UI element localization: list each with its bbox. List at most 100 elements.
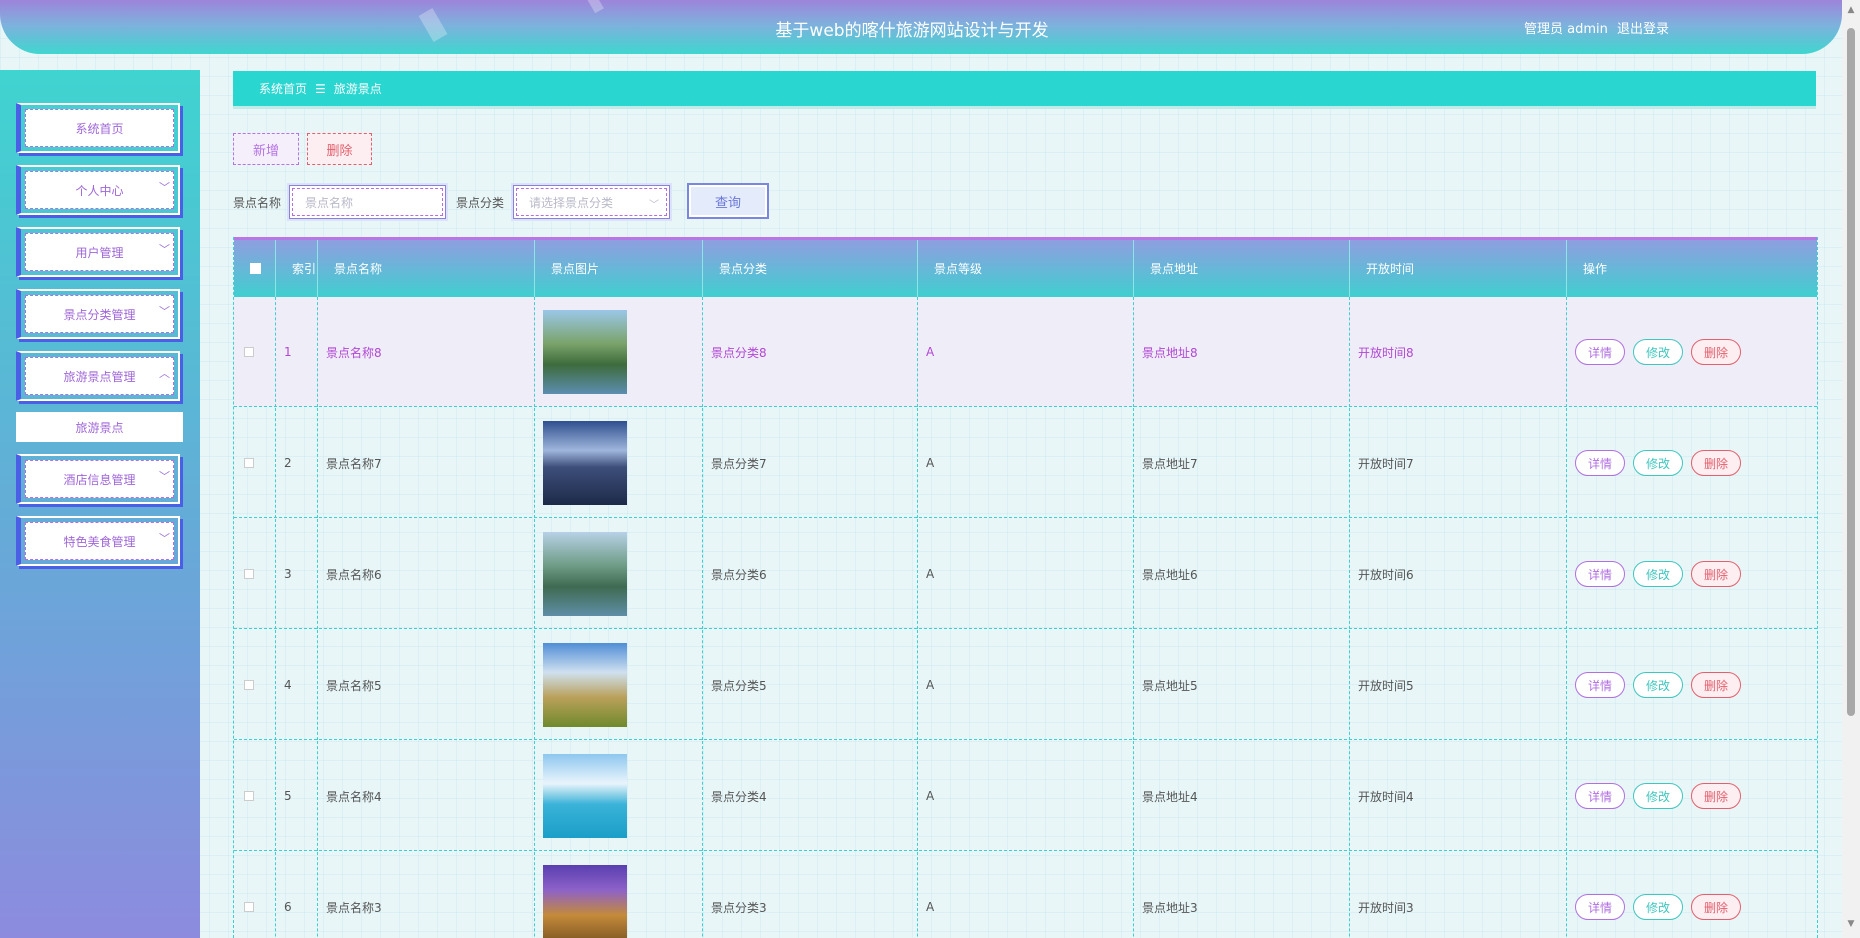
table-row: 4 景点名称5 景点分类5 A 景点地址5 开放时间5 详情 修改 删除 (234, 630, 1817, 740)
name-label: 景点名称 (233, 196, 282, 210)
row-category: 景点分类3 (703, 852, 918, 938)
attraction-thumbnail (543, 532, 627, 616)
attraction-thumbnail (543, 421, 627, 505)
row-checkbox[interactable] (244, 569, 254, 579)
row-index: 5 (276, 741, 318, 851)
category-label: 景点分类 (456, 196, 505, 210)
header-level: 景点等级 (918, 240, 1134, 297)
select-all-cell (234, 240, 276, 297)
sidebar-item-hotels[interactable]: 酒店信息管理 ﹀ (16, 454, 180, 504)
submenu-item-attractions[interactable]: 旅游景点 (16, 412, 183, 442)
scroll-up-icon[interactable]: ▲ (1842, 2, 1860, 18)
query-button[interactable]: 查询 (687, 183, 769, 219)
row-delete-button[interactable]: 删除 (1691, 339, 1741, 365)
header-category: 景点分类 (703, 240, 918, 297)
row-category: 景点分类7 (703, 408, 918, 518)
row-address: 景点地址8 (1134, 297, 1350, 407)
row-delete-button[interactable]: 删除 (1691, 450, 1741, 476)
row-name: 景点名称4 (318, 741, 535, 851)
row-actions-cell: 详情 修改 删除 (1567, 408, 1817, 518)
detail-button[interactable]: 详情 (1575, 894, 1625, 920)
row-checkbox[interactable] (244, 347, 254, 357)
name-search-input[interactable]: 景点名称 (289, 185, 446, 219)
edit-button[interactable]: 修改 (1633, 561, 1683, 587)
row-name: 景点名称6 (318, 519, 535, 629)
attraction-thumbnail (543, 643, 627, 727)
row-delete-button[interactable]: 删除 (1691, 672, 1741, 698)
delete-button[interactable]: 删除 (307, 133, 372, 165)
table-row: 1 景点名称8 景点分类8 A 景点地址8 开放时间8 详情 修改 删除 (234, 297, 1817, 407)
row-address: 景点地址5 (1134, 630, 1350, 740)
row-index: 3 (276, 519, 318, 629)
row-address: 景点地址3 (1134, 852, 1350, 938)
chevron-up-icon: ︿ (159, 367, 170, 380)
breadcrumb-home[interactable]: 系统首页 (259, 80, 307, 97)
row-level: A (918, 519, 1134, 629)
logout-link[interactable]: 退出登录 (1617, 18, 1669, 37)
sidebar-item-users[interactable]: 用户管理 ﹀ (16, 227, 180, 277)
detail-button[interactable]: 详情 (1575, 672, 1625, 698)
row-select-cell (234, 408, 276, 518)
chevron-down-icon: ﹀ (159, 181, 170, 194)
row-level: A (918, 630, 1134, 740)
table-row: 2 景点名称7 景点分类7 A 景点地址7 开放时间7 详情 修改 删除 (234, 408, 1817, 518)
row-delete-button[interactable]: 删除 (1691, 561, 1741, 587)
select-all-checkbox[interactable] (250, 263, 261, 274)
detail-button[interactable]: 详情 (1575, 450, 1625, 476)
breadcrumb-current: 旅游景点 (333, 82, 382, 96)
sidebar-item-profile[interactable]: 个人中心 ﹀ (16, 165, 180, 215)
row-name: 景点名称3 (318, 852, 535, 938)
scroll-down-icon[interactable]: ▼ (1842, 916, 1860, 932)
row-name: 景点名称5 (318, 630, 535, 740)
header-time: 开放时间 (1350, 240, 1567, 297)
edit-button[interactable]: 修改 (1633, 339, 1683, 365)
row-actions-cell: 详情 修改 删除 (1567, 741, 1817, 851)
category-select[interactable]: 请选择景点分类 ﹀ (513, 185, 670, 219)
header-name: 景点名称 (318, 240, 535, 297)
row-checkbox[interactable] (244, 458, 254, 468)
row-checkbox[interactable] (244, 791, 254, 801)
row-image-cell (535, 408, 703, 518)
row-time: 开放时间8 (1350, 297, 1567, 407)
edit-button[interactable]: 修改 (1633, 672, 1683, 698)
edit-button[interactable]: 修改 (1633, 783, 1683, 809)
sidebar-item-label: 酒店信息管理 (63, 472, 136, 487)
edit-button[interactable]: 修改 (1633, 450, 1683, 476)
row-checkbox[interactable] (244, 902, 254, 912)
row-delete-button[interactable]: 删除 (1691, 894, 1741, 920)
chevron-down-icon: ﹀ (159, 243, 170, 256)
attraction-thumbnail (543, 310, 627, 394)
sidebar-item-home[interactable]: 系统首页 (16, 103, 180, 153)
row-index: 1 (276, 297, 318, 407)
breadcrumb: 系统首页 ☰ 旅游景点 (233, 71, 1816, 109)
edit-button[interactable]: 修改 (1633, 894, 1683, 920)
chevron-down-icon: ﹀ (649, 200, 659, 211)
detail-button[interactable]: 详情 (1575, 783, 1625, 809)
row-select-cell (234, 630, 276, 740)
sidebar-item-food[interactable]: 特色美食管理 ﹀ (16, 516, 180, 566)
row-actions-cell: 详情 修改 删除 (1567, 630, 1817, 740)
row-index: 4 (276, 630, 318, 740)
page-scrollbar[interactable]: ▲ ▼ (1842, 0, 1860, 938)
header-index: 索引 (276, 240, 318, 297)
header-image: 景点图片 (535, 240, 703, 297)
sidebar-item-category[interactable]: 景点分类管理 ﹀ (16, 289, 180, 339)
scroll-thumb[interactable] (1847, 28, 1855, 716)
add-button[interactable]: 新增 (233, 133, 299, 165)
row-select-cell (234, 519, 276, 629)
row-delete-button[interactable]: 删除 (1691, 783, 1741, 809)
row-select-cell (234, 741, 276, 851)
sidebar: 系统首页 个人中心 ﹀ 用户管理 ﹀ 景点分类管理 ﹀ 旅游景点管理 ︿ 旅游景… (0, 70, 200, 938)
name-placeholder: 景点名称 (292, 188, 443, 216)
header-actions: 操作 (1583, 262, 1608, 276)
sidebar-item-attractions[interactable]: 旅游景点管理 ︿ (16, 351, 180, 401)
row-category: 景点分类8 (703, 297, 918, 407)
row-image-cell (535, 519, 703, 629)
detail-button[interactable]: 详情 (1575, 561, 1625, 587)
row-level: A (918, 852, 1134, 938)
table-row: 6 景点名称3 景点分类3 A 景点地址3 开放时间3 详情 修改 删除 (234, 852, 1817, 938)
row-category: 景点分类6 (703, 519, 918, 629)
detail-button[interactable]: 详情 (1575, 339, 1625, 365)
row-category: 景点分类4 (703, 741, 918, 851)
row-checkbox[interactable] (244, 680, 254, 690)
